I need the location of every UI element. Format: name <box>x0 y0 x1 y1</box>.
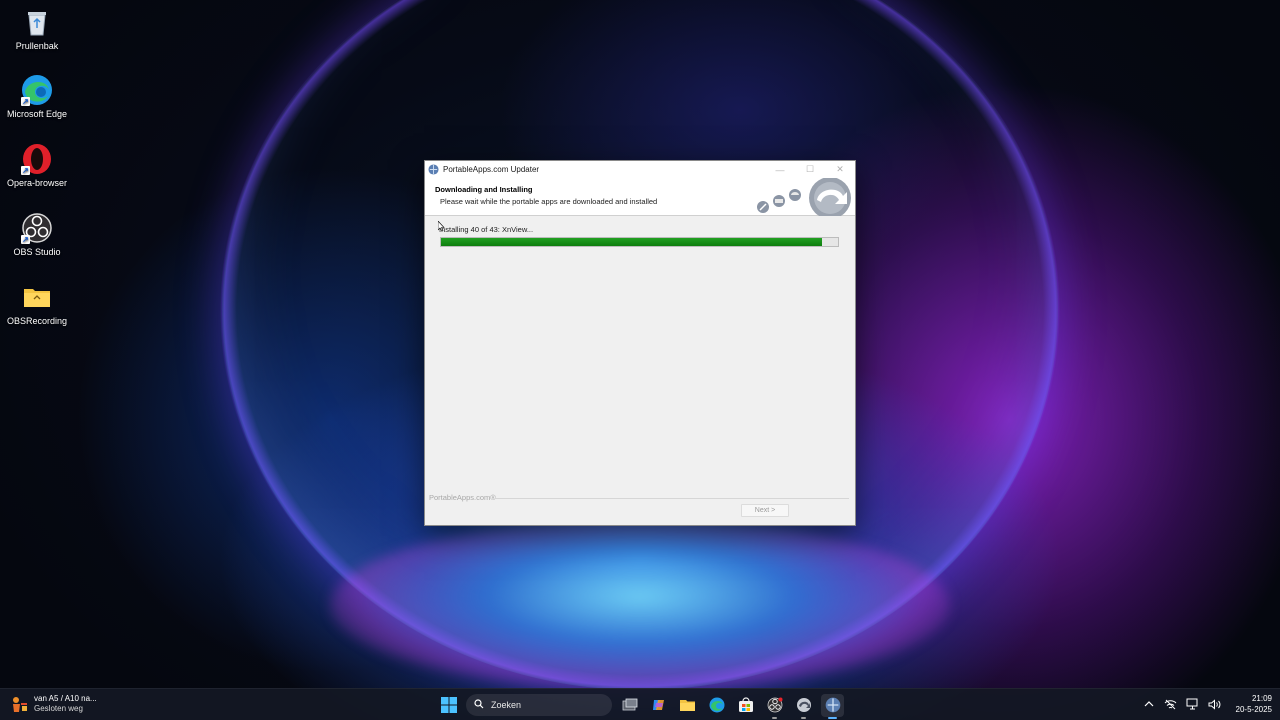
footer-divider <box>495 498 849 499</box>
desktop-icon-obsrecording[interactable]: OBSRecording <box>6 281 68 326</box>
portableapps-icon <box>428 164 439 175</box>
close-button[interactable]: ✕ <box>825 161 855 178</box>
desktop-icon-label: Prullenbak <box>15 41 59 51</box>
taskbar-edge-button[interactable] <box>705 694 728 717</box>
taskbar-search[interactable]: Zoeken <box>466 694 612 716</box>
recycle-bin-icon <box>21 6 53 38</box>
network-status-button[interactable] <box>1164 697 1178 711</box>
file-explorer-icon <box>680 700 695 711</box>
task-view-button[interactable] <box>618 694 641 717</box>
show-hidden-icons-button[interactable] <box>1142 697 1156 711</box>
minimize-button[interactable]: — <box>765 161 795 178</box>
start-button[interactable] <box>437 694 460 717</box>
desktop-icon-edge[interactable]: ↗ Microsoft Edge <box>6 74 68 119</box>
portableapps-logo-icon <box>757 178 851 216</box>
desktop-icon-label: OBS Studio <box>13 247 61 257</box>
taskbar-apps: Zoeken <box>437 693 844 719</box>
header-subtitle: Please wait while the portable apps are … <box>440 197 658 206</box>
search-icon <box>474 699 484 711</box>
news-headline: van A5 / A10 na... <box>34 694 97 703</box>
wifi-off-icon <box>1164 699 1177 709</box>
shortcut-arrow-icon: ↗ <box>21 97 30 106</box>
edge-icon <box>709 697 724 713</box>
active-indicator <box>828 716 837 719</box>
obs-icon: ↗ <box>21 212 53 244</box>
chevron-up-icon <box>1144 701 1153 707</box>
desktop-icon-opera[interactable]: ↗ Opera-browser <box>6 143 68 188</box>
shortcut-arrow-icon: ↗ <box>21 235 30 244</box>
running-indicator <box>801 716 806 719</box>
windows-logo-icon <box>440 697 457 713</box>
running-indicator <box>772 716 777 719</box>
maximize-button[interactable]: ☐ <box>795 161 825 178</box>
portableapps-menu-icon <box>796 698 811 712</box>
taskbar-clock[interactable]: 21:09 20-5-2025 <box>1236 693 1272 715</box>
updater-window: PortableApps.com Updater — ☐ ✕ Downloadi… <box>424 160 856 526</box>
mouse-cursor-icon <box>438 221 445 231</box>
microsoft-store-button[interactable] <box>734 694 757 717</box>
traffic-alert-icon <box>13 697 27 712</box>
obs-icon <box>767 697 782 713</box>
store-icon <box>738 697 753 712</box>
footer-brand: PortableApps.com® <box>429 493 496 502</box>
install-status: Installing 40 of 43: XnView... <box>439 225 534 234</box>
volume-icon <box>1208 698 1221 710</box>
next-button[interactable]: Next > <box>741 504 789 517</box>
desktop-icon-obs[interactable]: ↗ OBS Studio <box>6 212 68 257</box>
wallpaper-glow <box>330 520 950 690</box>
taskbar-portableapps-menu-button[interactable] <box>792 694 815 719</box>
search-placeholder: Zoeken <box>491 700 522 710</box>
news-subline: Gesloten weg <box>34 704 83 713</box>
display-button[interactable] <box>1186 697 1200 711</box>
wizard-body: Installing 40 of 43: XnView... <box>425 216 855 492</box>
progress-fill <box>441 238 823 246</box>
portableapps-updater-icon <box>825 697 840 713</box>
clock-time: 21:09 <box>1251 694 1272 703</box>
taskbar: van A5 / A10 na... Gesloten weg Zoeken 2… <box>0 688 1280 720</box>
copilot-icon <box>652 700 664 710</box>
file-explorer-button[interactable] <box>676 694 699 717</box>
volume-button[interactable] <box>1208 697 1222 711</box>
install-progress-bar <box>440 237 839 247</box>
taskbar-obs-button[interactable] <box>763 694 786 719</box>
folder-icon <box>21 281 53 313</box>
system-tray: 21:09 20-5-2025 <box>1142 693 1272 715</box>
header-title: Downloading and Installing <box>435 185 533 194</box>
opera-icon: ↗ <box>21 143 53 175</box>
taskbar-updater-button[interactable] <box>821 693 844 719</box>
news-widget[interactable]: van A5 / A10 na... Gesloten weg <box>10 694 97 714</box>
desktop-icon-label: Opera-browser <box>6 178 68 188</box>
window-titlebar[interactable]: PortableApps.com Updater — ☐ ✕ <box>425 161 855 178</box>
edge-icon: ↗ <box>21 74 53 106</box>
window-title: PortableApps.com Updater <box>443 165 540 174</box>
copilot-button[interactable] <box>647 694 670 717</box>
task-view-icon <box>622 698 637 711</box>
clock-date: 20-5-2025 <box>1235 705 1272 714</box>
desktop-icon-label: OBSRecording <box>6 316 68 326</box>
desktop-icon-recycle-bin[interactable]: Prullenbak <box>6 6 68 51</box>
shortcut-arrow-icon: ↗ <box>21 166 30 175</box>
monitor-icon <box>1186 698 1198 710</box>
wizard-header: Downloading and Installing Please wait w… <box>425 178 855 216</box>
desktop-icon-label: Microsoft Edge <box>6 109 68 119</box>
